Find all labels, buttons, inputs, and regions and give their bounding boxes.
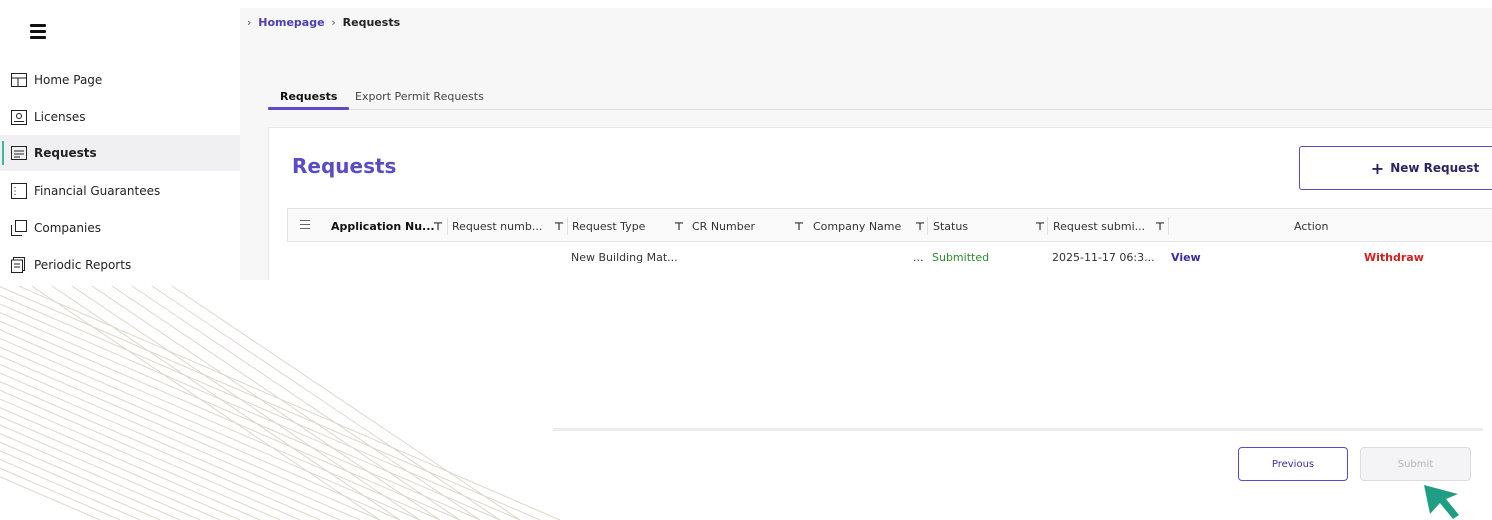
cell-status: Submitted bbox=[932, 251, 990, 264]
column-header-company-name[interactable]: Company Name bbox=[813, 209, 901, 243]
sidebar-item-requests[interactable]: Requests bbox=[0, 135, 240, 171]
filter-icon[interactable]: ⊤ bbox=[915, 209, 925, 243]
filter-icon[interactable]: ⊤ bbox=[674, 209, 684, 243]
sidebar-item-licenses[interactable]: Licenses bbox=[0, 99, 240, 135]
tab-bar: Requests Export Permit Requests bbox=[268, 88, 1492, 110]
withdraw-link[interactable]: Withdraw bbox=[1364, 251, 1424, 264]
filter-icon[interactable]: ⊤ bbox=[1155, 209, 1165, 243]
sidebar: Home Page Licenses Requests Financial Gu… bbox=[0, 0, 240, 286]
table-header: Application Nu... ⊤ Request numb... ⊤ Re… bbox=[287, 208, 1492, 242]
breadcrumb-home-link[interactable]: Homepage bbox=[258, 16, 324, 29]
breadcrumb-current: Requests bbox=[342, 16, 401, 29]
sidebar-item-label: Periodic Reports bbox=[34, 258, 132, 272]
column-menu-icon[interactable] bbox=[300, 220, 310, 230]
tab-export-permit-requests[interactable]: Export Permit Requests bbox=[343, 90, 496, 109]
sidebar-item-periodic-reports[interactable]: Periodic Reports bbox=[0, 247, 240, 283]
column-header-application-number[interactable]: Application Nu... bbox=[331, 209, 435, 243]
sidebar-item-label: Financial Guarantees bbox=[34, 184, 161, 198]
footer-divider bbox=[553, 428, 1483, 431]
sidebar-item-label: Requests bbox=[34, 146, 97, 160]
page-title: Requests bbox=[292, 154, 397, 178]
cell-request-submitted: 2025-11-17 06:3... bbox=[1052, 251, 1155, 264]
requests-table: Application Nu... ⊤ Request numb... ⊤ Re… bbox=[287, 208, 1492, 274]
sidebar-item-label: Licenses bbox=[34, 110, 86, 124]
license-icon bbox=[10, 108, 28, 126]
column-header-request-submitted[interactable]: Request submi... bbox=[1053, 209, 1145, 243]
cell-company-name: ... bbox=[913, 251, 924, 264]
column-header-cr-number[interactable]: CR Number bbox=[692, 209, 755, 243]
cell-request-type: New Building Mat... bbox=[571, 251, 678, 264]
filter-icon[interactable]: ⊤ bbox=[554, 209, 564, 243]
tab-requests[interactable]: Requests bbox=[268, 90, 350, 110]
filter-icon[interactable]: ⊤ bbox=[1035, 209, 1045, 243]
submit-button[interactable]: Submit bbox=[1360, 447, 1471, 481]
requests-card: Requests + New Request Application Nu...… bbox=[268, 127, 1492, 280]
sidebar-item-financial-guarantees[interactable]: Financial Guarantees bbox=[0, 173, 240, 209]
previous-button[interactable]: Previous bbox=[1238, 447, 1348, 481]
plus-icon: + bbox=[1370, 158, 1385, 178]
column-header-status[interactable]: Status bbox=[933, 209, 968, 243]
view-link[interactable]: View bbox=[1171, 251, 1201, 264]
reports-icon bbox=[10, 256, 28, 274]
breadcrumb: › Homepage › Requests bbox=[247, 16, 401, 29]
companies-icon bbox=[10, 219, 28, 237]
layout-icon bbox=[10, 71, 28, 89]
table-row[interactable]: New Building Mat... ... Submitted 2025-1… bbox=[287, 242, 1492, 274]
background-stripes bbox=[0, 278, 560, 520]
sidebar-item-label: Home Page bbox=[34, 73, 103, 87]
main-content: › Homepage › Requests Requests Export Pe… bbox=[240, 8, 1492, 280]
guarantee-icon bbox=[10, 182, 28, 200]
new-request-button[interactable]: + New Request bbox=[1299, 146, 1492, 190]
filter-icon[interactable]: ⊤ bbox=[433, 209, 443, 243]
hamburger-menu-icon[interactable] bbox=[30, 24, 46, 39]
sidebar-item-label: Companies bbox=[34, 221, 101, 235]
filter-icon[interactable]: ⊤ bbox=[794, 209, 804, 243]
requests-icon bbox=[10, 144, 28, 162]
sidebar-item-companies[interactable]: Companies bbox=[0, 210, 240, 246]
sidebar-item-home-page[interactable]: Home Page bbox=[0, 62, 240, 98]
column-header-action: Action bbox=[1294, 219, 1329, 233]
column-header-request-number[interactable]: Request numb... bbox=[452, 209, 542, 243]
column-header-request-type[interactable]: Request Type bbox=[572, 209, 645, 243]
pointer-cursor-icon bbox=[1424, 485, 1459, 519]
